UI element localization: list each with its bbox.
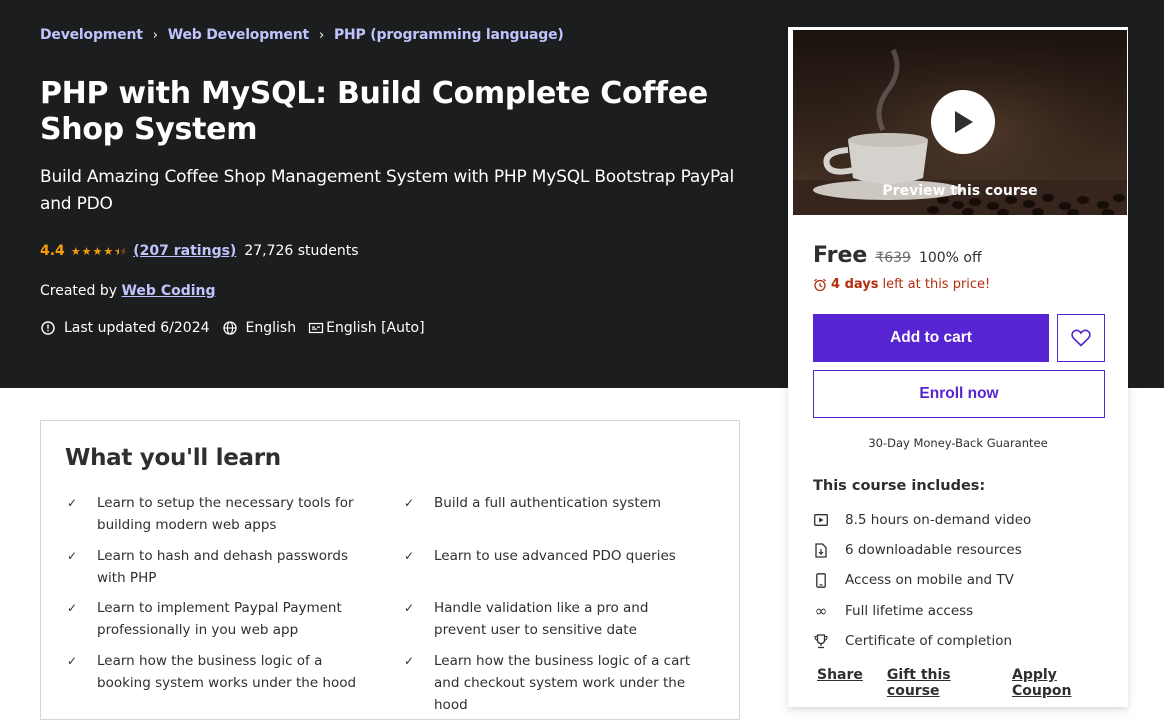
check-icon: ✓ xyxy=(404,654,415,668)
learn-item: ✓ Build a full authentication system xyxy=(402,492,702,514)
rating-row: 4.4 ★★★★★★ (207 ratings) 27,726 students xyxy=(40,243,359,259)
check-icon: ✓ xyxy=(404,601,415,615)
money-back-guarantee: 30-Day Money-Back Guarantee xyxy=(868,436,1048,450)
learn-item: ✓ Learn to hash and dehash passwords with… xyxy=(65,545,365,589)
add-to-cart-button[interactable]: Add to cart xyxy=(813,314,1049,362)
learn-item: ✓ Learn how the business logic of a cart … xyxy=(402,650,702,716)
include-item-label: 6 downloadable resources xyxy=(845,542,1022,558)
learn-item-text: Learn to setup the necessary tools for b… xyxy=(97,495,354,533)
include-item-label: Access on mobile and TV xyxy=(845,572,1014,588)
breadcrumb-web-development[interactable]: Web Development xyxy=(168,27,309,43)
instructor-link[interactable]: Web Coding xyxy=(121,283,215,299)
check-icon: ✓ xyxy=(67,601,78,615)
language-text: English xyxy=(245,320,297,336)
trophy-icon xyxy=(813,633,829,649)
captions: English [Auto] xyxy=(308,320,425,336)
learn-item-text: Learn to hash and dehash passwords with … xyxy=(97,548,348,586)
apply-coupon-link[interactable]: Apply Coupon xyxy=(1012,667,1103,699)
learn-item-text: Handle validation like a pro and prevent… xyxy=(434,600,649,638)
course-meta: Last updated 6/2024 English English [Aut… xyxy=(40,320,437,336)
breadcrumb-php[interactable]: PHP (programming language) xyxy=(334,27,564,43)
check-icon: ✓ xyxy=(67,549,78,563)
enroll-now-button[interactable]: Enroll now xyxy=(813,370,1105,418)
course-subtitle: Build Amazing Coffee Shop Management Sys… xyxy=(40,167,734,214)
globe-icon xyxy=(222,320,238,336)
learn-item-text: Learn how the business logic of a bookin… xyxy=(97,653,357,691)
learn-item-text: Learn to implement Paypal Payment profes… xyxy=(97,600,342,638)
include-item-label: Certificate of completion xyxy=(845,633,1013,649)
timer-text: left at this price! xyxy=(882,277,991,292)
share-link[interactable]: Share xyxy=(817,667,863,699)
gift-course-link[interactable]: Gift this course xyxy=(887,667,988,699)
last-updated-text: Last updated 6/2024 xyxy=(64,320,210,336)
play-button[interactable] xyxy=(931,90,995,154)
language: English xyxy=(222,320,297,336)
check-icon: ✓ xyxy=(404,549,415,563)
include-item-video: 8.5 hours on-demand video xyxy=(813,512,1031,528)
learn-item: ✓ Learn to use advanced PDO queries xyxy=(402,545,702,567)
last-updated: Last updated 6/2024 xyxy=(40,320,210,336)
mobile-icon xyxy=(813,572,829,588)
include-item-lifetime: ∞ Full lifetime access xyxy=(813,602,974,620)
alarm-clock-icon xyxy=(814,278,826,291)
course-preview[interactable]: Preview this course xyxy=(793,30,1127,215)
what-youll-learn: What you'll learn ✓ Learn to setup the ne… xyxy=(40,420,740,720)
include-item-mobile: Access on mobile and TV xyxy=(813,572,1014,588)
chevron-right-icon: › xyxy=(318,27,324,43)
captions-text: English [Auto] xyxy=(326,320,425,336)
file-download-icon xyxy=(813,542,829,558)
current-price: Free xyxy=(813,243,868,268)
preview-label: Preview this course xyxy=(882,183,1038,199)
alert-badge-icon xyxy=(40,320,56,336)
rating-value: 4.4 xyxy=(40,243,65,259)
play-icon xyxy=(955,111,973,133)
price-row: Free ₹639 100% off xyxy=(813,243,982,268)
created-by: Created by Web Coding xyxy=(40,283,216,299)
include-item-label: 8.5 hours on-demand video xyxy=(845,512,1032,528)
check-icon: ✓ xyxy=(67,654,78,668)
includes-title: This course includes: xyxy=(813,478,986,494)
purchase-sidebar: Preview this course Free ₹639 100% off 4… xyxy=(788,27,1128,707)
students-count: 27,726 students xyxy=(244,243,359,259)
learn-item: ✓ Learn to setup the necessary tools for … xyxy=(65,492,365,536)
learn-item-text: Learn how the business logic of a cart a… xyxy=(434,653,691,713)
sidebar-links: Share Gift this course Apply Coupon xyxy=(817,667,1127,699)
timer-days: 4 days xyxy=(831,277,879,292)
ratings-count-link[interactable]: (207 ratings) xyxy=(133,243,236,259)
breadcrumb-development[interactable]: Development xyxy=(40,27,143,43)
learn-heading: What you'll learn xyxy=(65,445,281,471)
include-item-certificate: Certificate of completion xyxy=(813,633,1012,649)
star-rating-icon: ★★★★★★ xyxy=(70,244,126,258)
wishlist-button[interactable] xyxy=(1057,314,1105,362)
original-price: ₹639 xyxy=(875,250,911,266)
learn-item: ✓ Handle validation like a pro and preven… xyxy=(402,597,702,641)
learn-item: ✓ Learn to implement Paypal Payment profe… xyxy=(65,597,365,641)
learn-item: ✓ Learn how the business logic of a booki… xyxy=(65,650,365,694)
heart-icon xyxy=(1071,329,1091,347)
learn-item-text: Build a full authentication system xyxy=(434,495,662,511)
chevron-right-icon: › xyxy=(152,27,158,43)
created-by-label: Created by xyxy=(40,283,118,299)
breadcrumb: Development › Web Development › PHP (pro… xyxy=(40,27,564,43)
infinity-icon: ∞ xyxy=(814,602,828,620)
include-item-label: Full lifetime access xyxy=(845,603,974,619)
discount-percent: 100% off xyxy=(918,250,982,266)
closed-captions-icon xyxy=(308,320,324,336)
include-item-resources: 6 downloadable resources xyxy=(813,542,1022,558)
check-icon: ✓ xyxy=(67,496,78,510)
video-icon xyxy=(813,512,829,528)
check-icon: ✓ xyxy=(404,496,415,510)
price-timer: 4 days left at this price! xyxy=(813,277,990,292)
course-title: PHP with MySQL: Build Complete Coffee Sh… xyxy=(40,76,708,147)
learn-item-text: Learn to use advanced PDO queries xyxy=(434,548,676,564)
